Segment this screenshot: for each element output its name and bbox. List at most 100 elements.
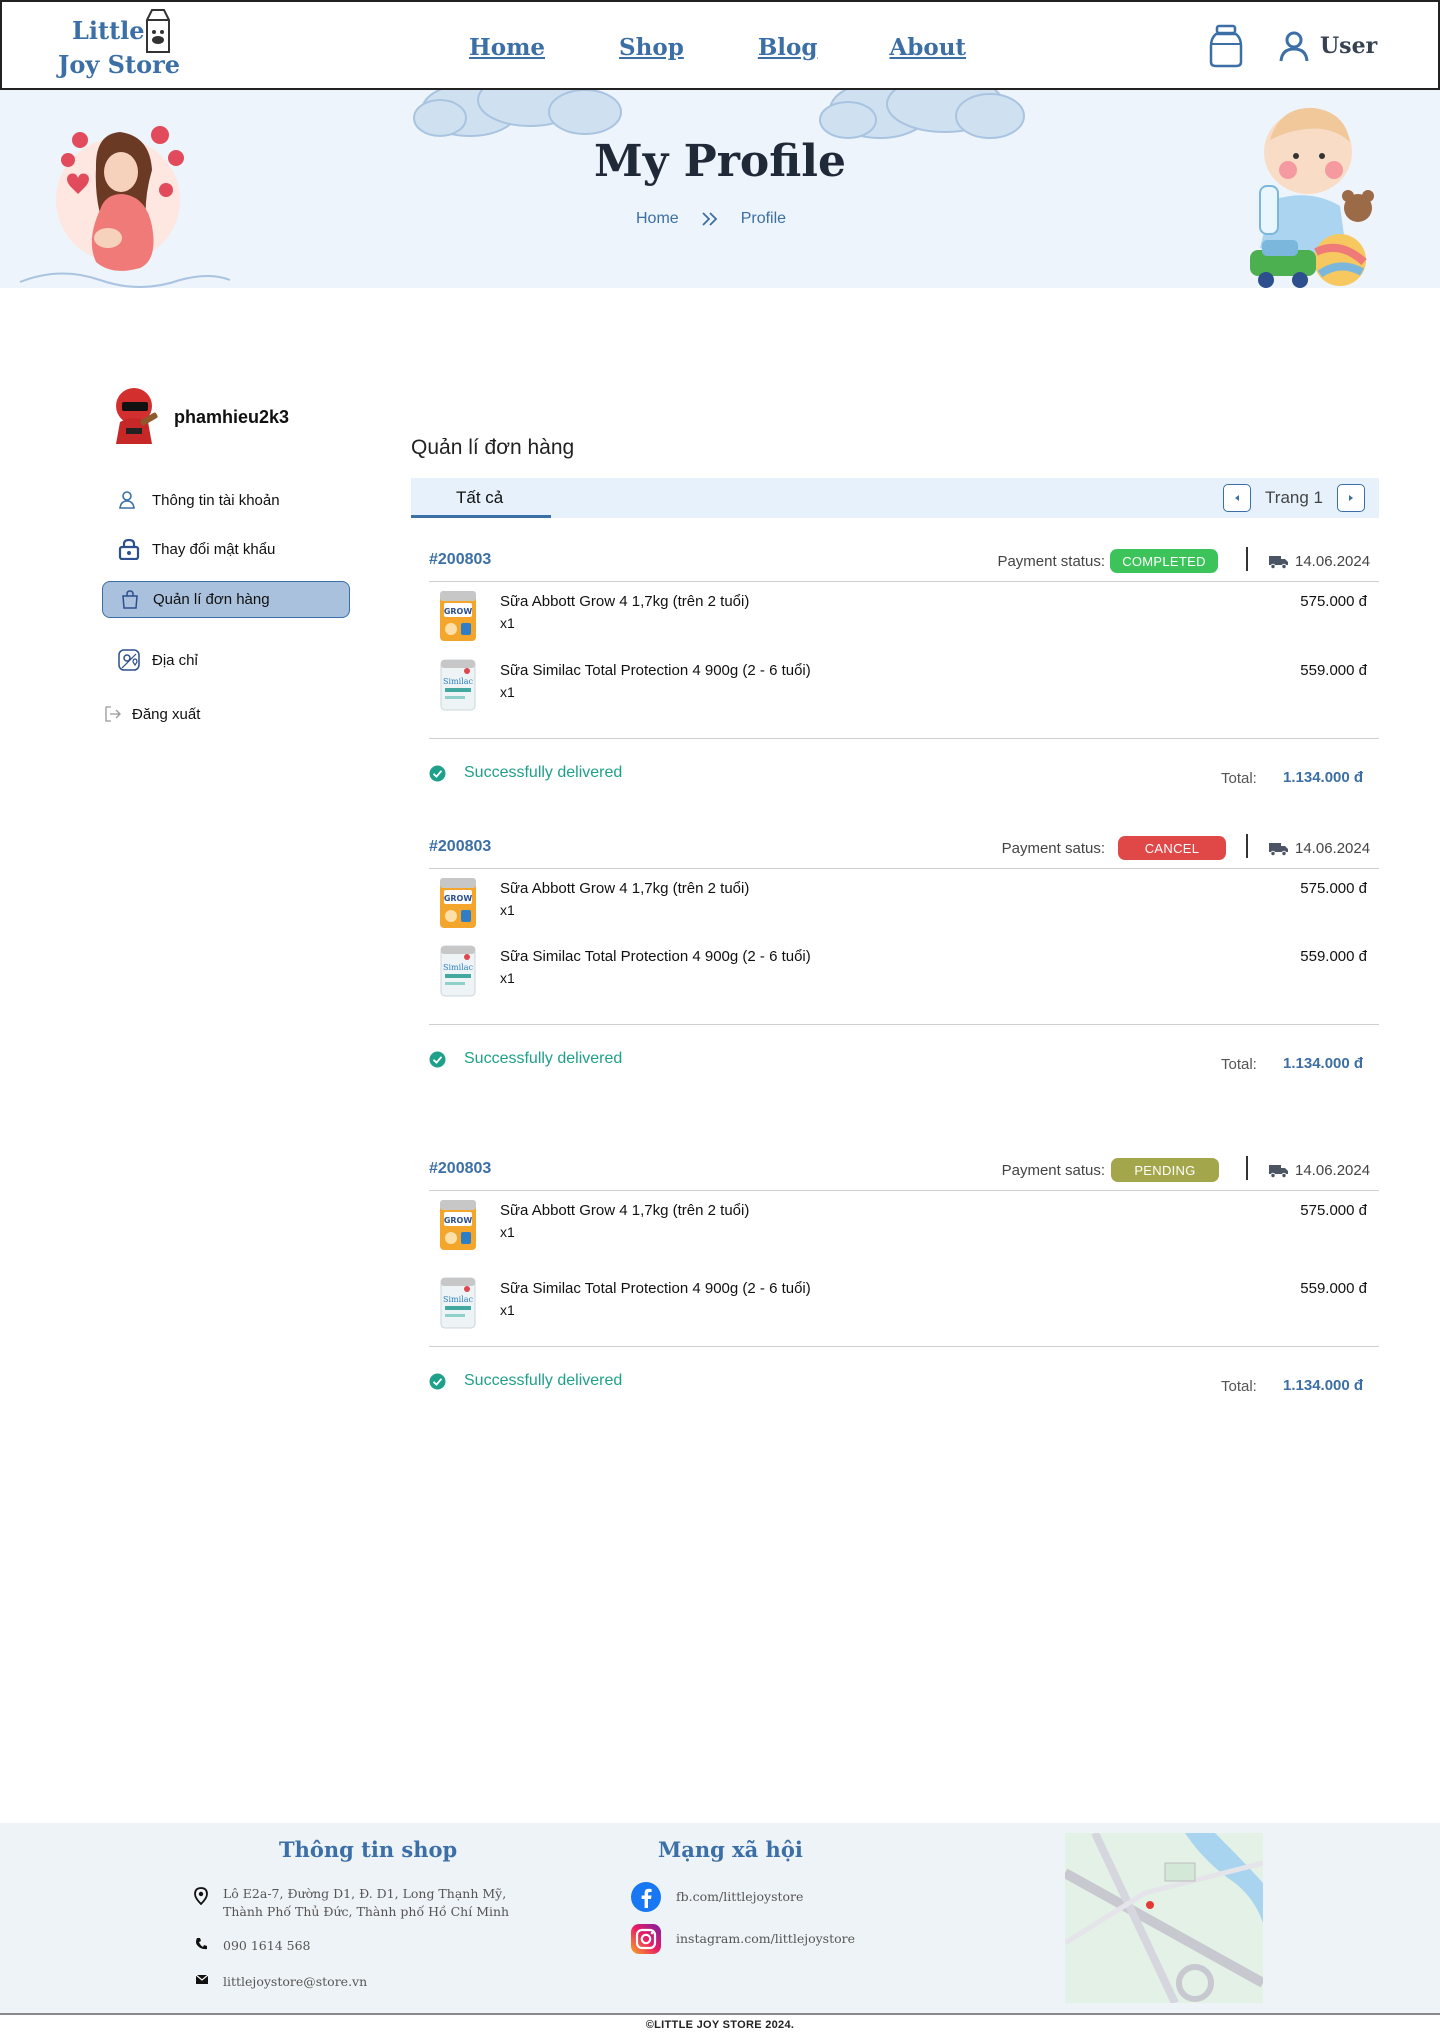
order-id[interactable]: #200803	[429, 1160, 491, 1178]
nav-blog-link[interactable]: Blog	[758, 34, 818, 61]
shopping-bag-icon	[119, 589, 141, 611]
payment-status-badge: PENDING	[1111, 1158, 1219, 1182]
phone-icon	[196, 1938, 207, 1950]
order-id[interactable]: #200803	[429, 551, 491, 569]
product-quantity: x1	[500, 1302, 515, 1318]
email-address[interactable]: littlejoystore@store.vn	[223, 1973, 367, 1991]
order-card: #200803 Payment satus: PENDING 14.06.2024 GR…	[429, 1156, 1379, 1400]
page: Little Joy Store Home Shop Blog About Us…	[0, 0, 1440, 2033]
store-logo[interactable]: Little Joy Store	[58, 8, 188, 84]
prev-page-button[interactable]	[1223, 484, 1252, 512]
phone-number[interactable]: 090 1614 568	[223, 1937, 310, 1955]
breadcrumb-home-link[interactable]: Home	[636, 210, 679, 228]
product-price: 575.000 đ	[1300, 593, 1367, 610]
page-indicator: Trang 1	[1265, 488, 1323, 507]
svg-text:GROW: GROW	[444, 607, 473, 616]
instagram-link[interactable]: instagram.com/littlejoystore	[676, 1930, 855, 1948]
product-quantity: x1	[500, 684, 515, 700]
product-quantity: x1	[500, 902, 515, 918]
store-location-map[interactable]	[1065, 1833, 1263, 2003]
location-pin-icon	[194, 1887, 208, 1905]
hero-decoration	[19, 90, 1374, 288]
order-total: 1.134.000 đ	[1283, 1377, 1364, 1394]
order-card: #200803 Payment satus: CANCEL 14.06.2024 GRO…	[429, 834, 1379, 1078]
svg-text:GROW: GROW	[444, 1216, 473, 1225]
footer-facebook[interactable]: fb.com/littlejoystore	[630, 1881, 803, 1913]
product-price: 559.000 đ	[1300, 662, 1367, 679]
avatar[interactable]	[110, 386, 162, 448]
facebook-link[interactable]: fb.com/littlejoystore	[676, 1888, 803, 1906]
payment-status-badge: CANCEL	[1118, 836, 1226, 860]
product-thumbnail[interactable]: GROW	[437, 874, 479, 930]
check-circle-icon	[429, 1373, 446, 1389]
product-name[interactable]: Sữa Similac Total Protection 4 900g (2 -…	[500, 662, 811, 679]
menu-logout[interactable]: Đăng xuất	[102, 694, 350, 734]
product-name[interactable]: Sữa Similac Total Protection 4 900g (2 -…	[500, 1280, 811, 1297]
instagram-icon	[631, 1924, 661, 1954]
delivery-status-text: Successfully delivered	[464, 1372, 623, 1389]
product-thumbnail[interactable]: Similac	[437, 942, 479, 998]
menu-label: Thay đổi mật khẩu	[152, 540, 276, 558]
order-item: Similac Sữa Similac Total Protection 4 90…	[437, 656, 1367, 716]
product-thumbnail[interactable]: GROW	[437, 1196, 479, 1252]
delivery-truck-icon	[1269, 1164, 1288, 1178]
product-name[interactable]: Sữa Similac Total Protection 4 900g (2 -…	[500, 948, 811, 965]
order-item: GROW Sữa Abbott Grow 4 1,7kg (trên 2 tuổi…	[437, 1196, 1367, 1256]
product-price: 575.000 đ	[1300, 880, 1367, 897]
menu-account-info[interactable]: Thông tin tài khoản	[102, 480, 350, 520]
payment-status-badge: COMPLETED	[1110, 549, 1218, 573]
copyright-text: ©LITTLE JOY STORE 2024.	[0, 2013, 1440, 2033]
payment-status-label: Payment satus:	[1001, 1162, 1105, 1179]
mail-icon	[195, 1974, 209, 1984]
delivery-status: Successfully delivered	[429, 1050, 622, 1068]
menu-address[interactable]: Địa chỉ	[102, 640, 350, 680]
check-circle-icon	[429, 1051, 446, 1067]
total-label: Total:	[1221, 1378, 1257, 1395]
product-quantity: x1	[500, 1224, 515, 1240]
menu-label: Địa chỉ	[152, 651, 198, 669]
page-title: My Profile	[594, 136, 846, 187]
product-price: 559.000 đ	[1300, 948, 1367, 965]
logout-icon	[102, 703, 124, 725]
menu-label: Thông tin tài khoản	[152, 491, 280, 509]
product-thumbnail[interactable]: GROW	[437, 587, 479, 643]
footer-instagram[interactable]: instagram.com/littlejoystore	[630, 1923, 855, 1955]
map-graphic	[1065, 1833, 1263, 2003]
nav-shop-link[interactable]: Shop	[619, 34, 684, 61]
menu-label: Quản lí đơn hàng	[153, 591, 270, 608]
product-name[interactable]: Sữa Abbott Grow 4 1,7kg (trên 2 tuổi)	[500, 1202, 749, 1219]
divider	[429, 1190, 1379, 1191]
product-name[interactable]: Sữa Abbott Grow 4 1,7kg (trên 2 tuổi)	[500, 880, 749, 897]
caret-right-icon	[1349, 495, 1353, 501]
menu-order-management[interactable]: Quản lí đơn hàng	[102, 581, 350, 618]
delivery-truck-icon	[1269, 555, 1288, 569]
facebook-icon	[631, 1882, 661, 1912]
order-item: Similac Sữa Similac Total Protection 4 90…	[437, 1274, 1367, 1334]
product-thumbnail[interactable]: Similac	[437, 656, 479, 712]
order-total: 1.134.000 đ	[1283, 769, 1364, 786]
address-line1: Lô E2a-7, Đường D1, Đ. D1, Long Thạnh Mỹ…	[223, 1886, 507, 1901]
profile-summary: phamhieu2k3	[110, 386, 289, 448]
menu-change-password[interactable]: Thay đổi mật khẩu	[102, 529, 350, 569]
lock-icon	[118, 538, 140, 560]
product-thumbnail[interactable]: Similac	[437, 1274, 479, 1330]
address-line2: Thành Phố Thủ Đức, Thành phố Hồ Chí Minh	[223, 1904, 510, 1919]
order-id[interactable]: #200803	[429, 838, 491, 856]
delivery-status-text: Successfully delivered	[464, 764, 623, 781]
order-item: Similac Sữa Similac Total Protection 4 90…	[437, 942, 1367, 1002]
user-menu-button[interactable]: User	[1278, 30, 1377, 62]
product-price: 575.000 đ	[1300, 1202, 1367, 1219]
divider	[1246, 547, 1248, 571]
profile-hero-banner: My Profile Home Profile	[0, 90, 1440, 288]
divider	[429, 581, 1379, 582]
nav-home-link[interactable]: Home	[469, 34, 545, 61]
order-total: 1.134.000 đ	[1283, 1055, 1364, 1072]
cart-jar-icon[interactable]	[1208, 24, 1244, 68]
tab-all-orders[interactable]: Tất cả	[411, 478, 551, 518]
delivery-status: Successfully delivered	[429, 764, 622, 782]
next-page-button[interactable]	[1337, 484, 1365, 512]
nav-about-link[interactable]: About	[889, 34, 966, 61]
logo-text-line1: Little	[72, 16, 145, 45]
order-date: 14.06.2024	[1269, 840, 1370, 857]
product-name[interactable]: Sữa Abbott Grow 4 1,7kg (trên 2 tuổi)	[500, 593, 749, 610]
